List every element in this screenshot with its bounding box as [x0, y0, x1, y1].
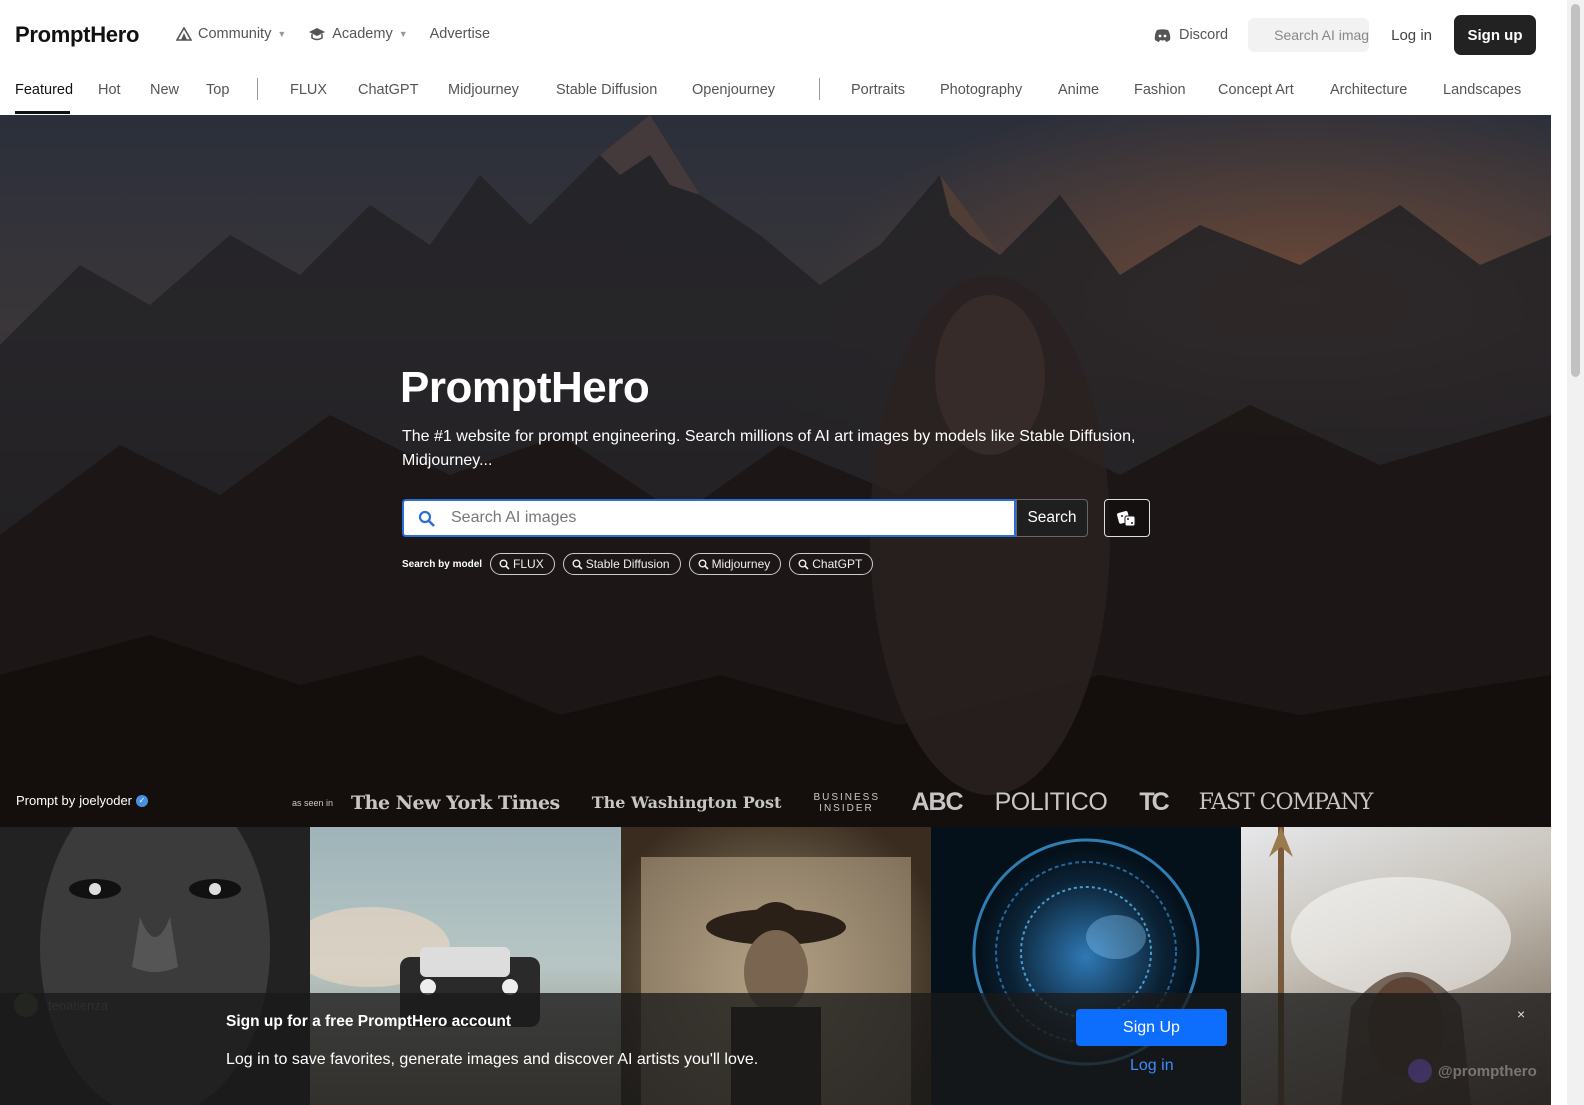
washington-post-logo: The Washington Post: [591, 793, 782, 812]
tab-openjourney[interactable]: Openjourney: [692, 82, 775, 98]
nav-advertise-label: Advertise: [429, 26, 491, 42]
nav-community-label: Community: [198, 26, 272, 42]
avatar: [1408, 1059, 1432, 1083]
tab-anime[interactable]: Anime: [1058, 82, 1099, 98]
banner-signup-button[interactable]: Sign Up: [1076, 1009, 1227, 1046]
press-logos: as seen in The New York Times The Washin…: [292, 788, 1404, 817]
top-nav: Community ▼ Academy ▼ Advertise: [176, 26, 490, 42]
nyt-logo: The New York Times: [351, 791, 560, 814]
fast-company-logo: FAST COMPANY: [1198, 790, 1374, 815]
scrollbar-thumb[interactable]: [1571, 4, 1580, 377]
techcrunch-logo: TC: [1139, 788, 1169, 816]
search-icon: [499, 559, 510, 570]
tab-featured[interactable]: Featured: [15, 82, 73, 98]
tab-photography[interactable]: Photography: [940, 82, 1022, 98]
graduation-cap-icon: [309, 28, 326, 41]
search-icon: [698, 559, 709, 570]
hero-search-row: Search: [402, 499, 1150, 537]
site-header: PromptHero Community ▼ Academy ▼ Adverti…: [0, 0, 1568, 115]
hero-content: PromptHero The #1 website for prompt eng…: [400, 363, 1162, 575]
prompt-credit-prefix: Prompt by: [16, 793, 76, 808]
dice-icon: [1117, 510, 1136, 526]
brand-logo[interactable]: PromptHero: [15, 22, 139, 48]
nav-community[interactable]: Community ▼: [176, 26, 286, 42]
tab-flux[interactable]: FLUX: [290, 82, 327, 98]
model-chip-midjourney[interactable]: Midjourney: [688, 553, 782, 575]
close-icon[interactable]: ×: [1517, 1006, 1525, 1022]
tab-fashion[interactable]: Fashion: [1134, 82, 1186, 98]
header-right: Discord Search AI images Log in Sign up: [1154, 15, 1568, 55]
hero-section: PromptHero The #1 website for prompt eng…: [0, 115, 1551, 827]
tab-divider: [257, 78, 258, 100]
search-icon: [572, 559, 583, 570]
nav-academy-label: Academy: [332, 26, 393, 42]
tab-portraits[interactable]: Portraits: [851, 82, 905, 98]
tab-landscapes[interactable]: Landscapes: [1443, 82, 1521, 98]
chevron-down-icon: ▼: [277, 29, 287, 39]
hero-title: PromptHero: [400, 363, 650, 412]
verified-badge-icon: ✓: [136, 794, 149, 807]
abc-logo: ABC: [911, 788, 963, 816]
model-chip-label: FLUX: [513, 557, 544, 571]
discord-link[interactable]: Discord: [1154, 27, 1228, 43]
tab-top[interactable]: Top: [206, 82, 229, 98]
model-chip-flux[interactable]: FLUX: [490, 553, 555, 575]
chevron-down-icon: ▼: [398, 29, 408, 39]
community-icon: [176, 27, 192, 41]
prompt-credit-user: joelyoder: [79, 793, 133, 808]
hero-subtitle: The #1 website for prompt engineering. S…: [402, 428, 1136, 469]
seen-in-label: as seen in: [292, 797, 334, 808]
signup-banner-title: Sign up for a free PromptHero account: [226, 1013, 512, 1030]
business-insider-logo: BUSINESS INSIDER: [813, 791, 881, 814]
tab-concept-art[interactable]: Concept Art: [1218, 82, 1294, 98]
search-icon: [798, 559, 809, 570]
nav-academy[interactable]: Academy ▼: [308, 26, 408, 42]
category-tabs: Featured Hot New Top FLUX ChatGPT Midjou…: [0, 70, 1568, 115]
tab-divider: [819, 78, 820, 100]
model-chip-stable-diffusion[interactable]: Stable Diffusion: [562, 553, 681, 575]
model-chip-label: ChatGPT: [812, 557, 863, 571]
discord-icon: [1154, 28, 1171, 42]
model-chip-label: Midjourney: [711, 557, 771, 571]
login-link[interactable]: Log in: [1391, 27, 1432, 44]
tab-hot[interactable]: Hot: [98, 82, 121, 98]
signup-banner: Sign up for a free PromptHero account Lo…: [0, 993, 1551, 1105]
tab-midjourney[interactable]: Midjourney: [448, 82, 519, 98]
random-prompt-button[interactable]: [1104, 499, 1150, 537]
signup-button[interactable]: Sign up: [1454, 15, 1536, 55]
model-filter-row: Search by model FLUX Stable Diffusion Mi…: [402, 553, 874, 575]
tab-new[interactable]: New: [150, 82, 179, 98]
header-search-placeholder: Search AI images: [1274, 27, 1370, 43]
hero-search-box: [402, 499, 1016, 537]
page-scrollbar[interactable]: [1567, 0, 1584, 1105]
tab-architecture[interactable]: Architecture: [1330, 82, 1407, 98]
tab-chatgpt[interactable]: ChatGPT: [358, 82, 418, 98]
signup-banner-text: Log in to save favorites, generate image…: [226, 1051, 759, 1068]
search-icon: [418, 510, 435, 527]
discord-label: Discord: [1178, 27, 1229, 43]
watermark-handle: @prompthero: [1438, 1062, 1537, 1080]
header-search[interactable]: Search AI images: [1248, 18, 1370, 52]
banner-login-link[interactable]: Log in: [1130, 1057, 1174, 1075]
active-tab-indicator: [15, 111, 70, 114]
nav-advertise[interactable]: Advertise: [430, 26, 490, 42]
tab-stable-diffusion[interactable]: Stable Diffusion: [556, 82, 657, 98]
model-chip-chatgpt[interactable]: ChatGPT: [789, 553, 874, 575]
hero-search-button[interactable]: Search: [1016, 499, 1088, 537]
prompt-credit[interactable]: Prompt by joelyoder ✓: [16, 793, 149, 808]
model-filter-label: Search by model: [402, 558, 483, 570]
watermark: @prompthero: [1408, 1059, 1537, 1083]
model-chip-label: Stable Diffusion: [585, 557, 670, 571]
hero-search-input[interactable]: [451, 509, 991, 527]
politico-logo: POLITICO: [994, 788, 1108, 816]
